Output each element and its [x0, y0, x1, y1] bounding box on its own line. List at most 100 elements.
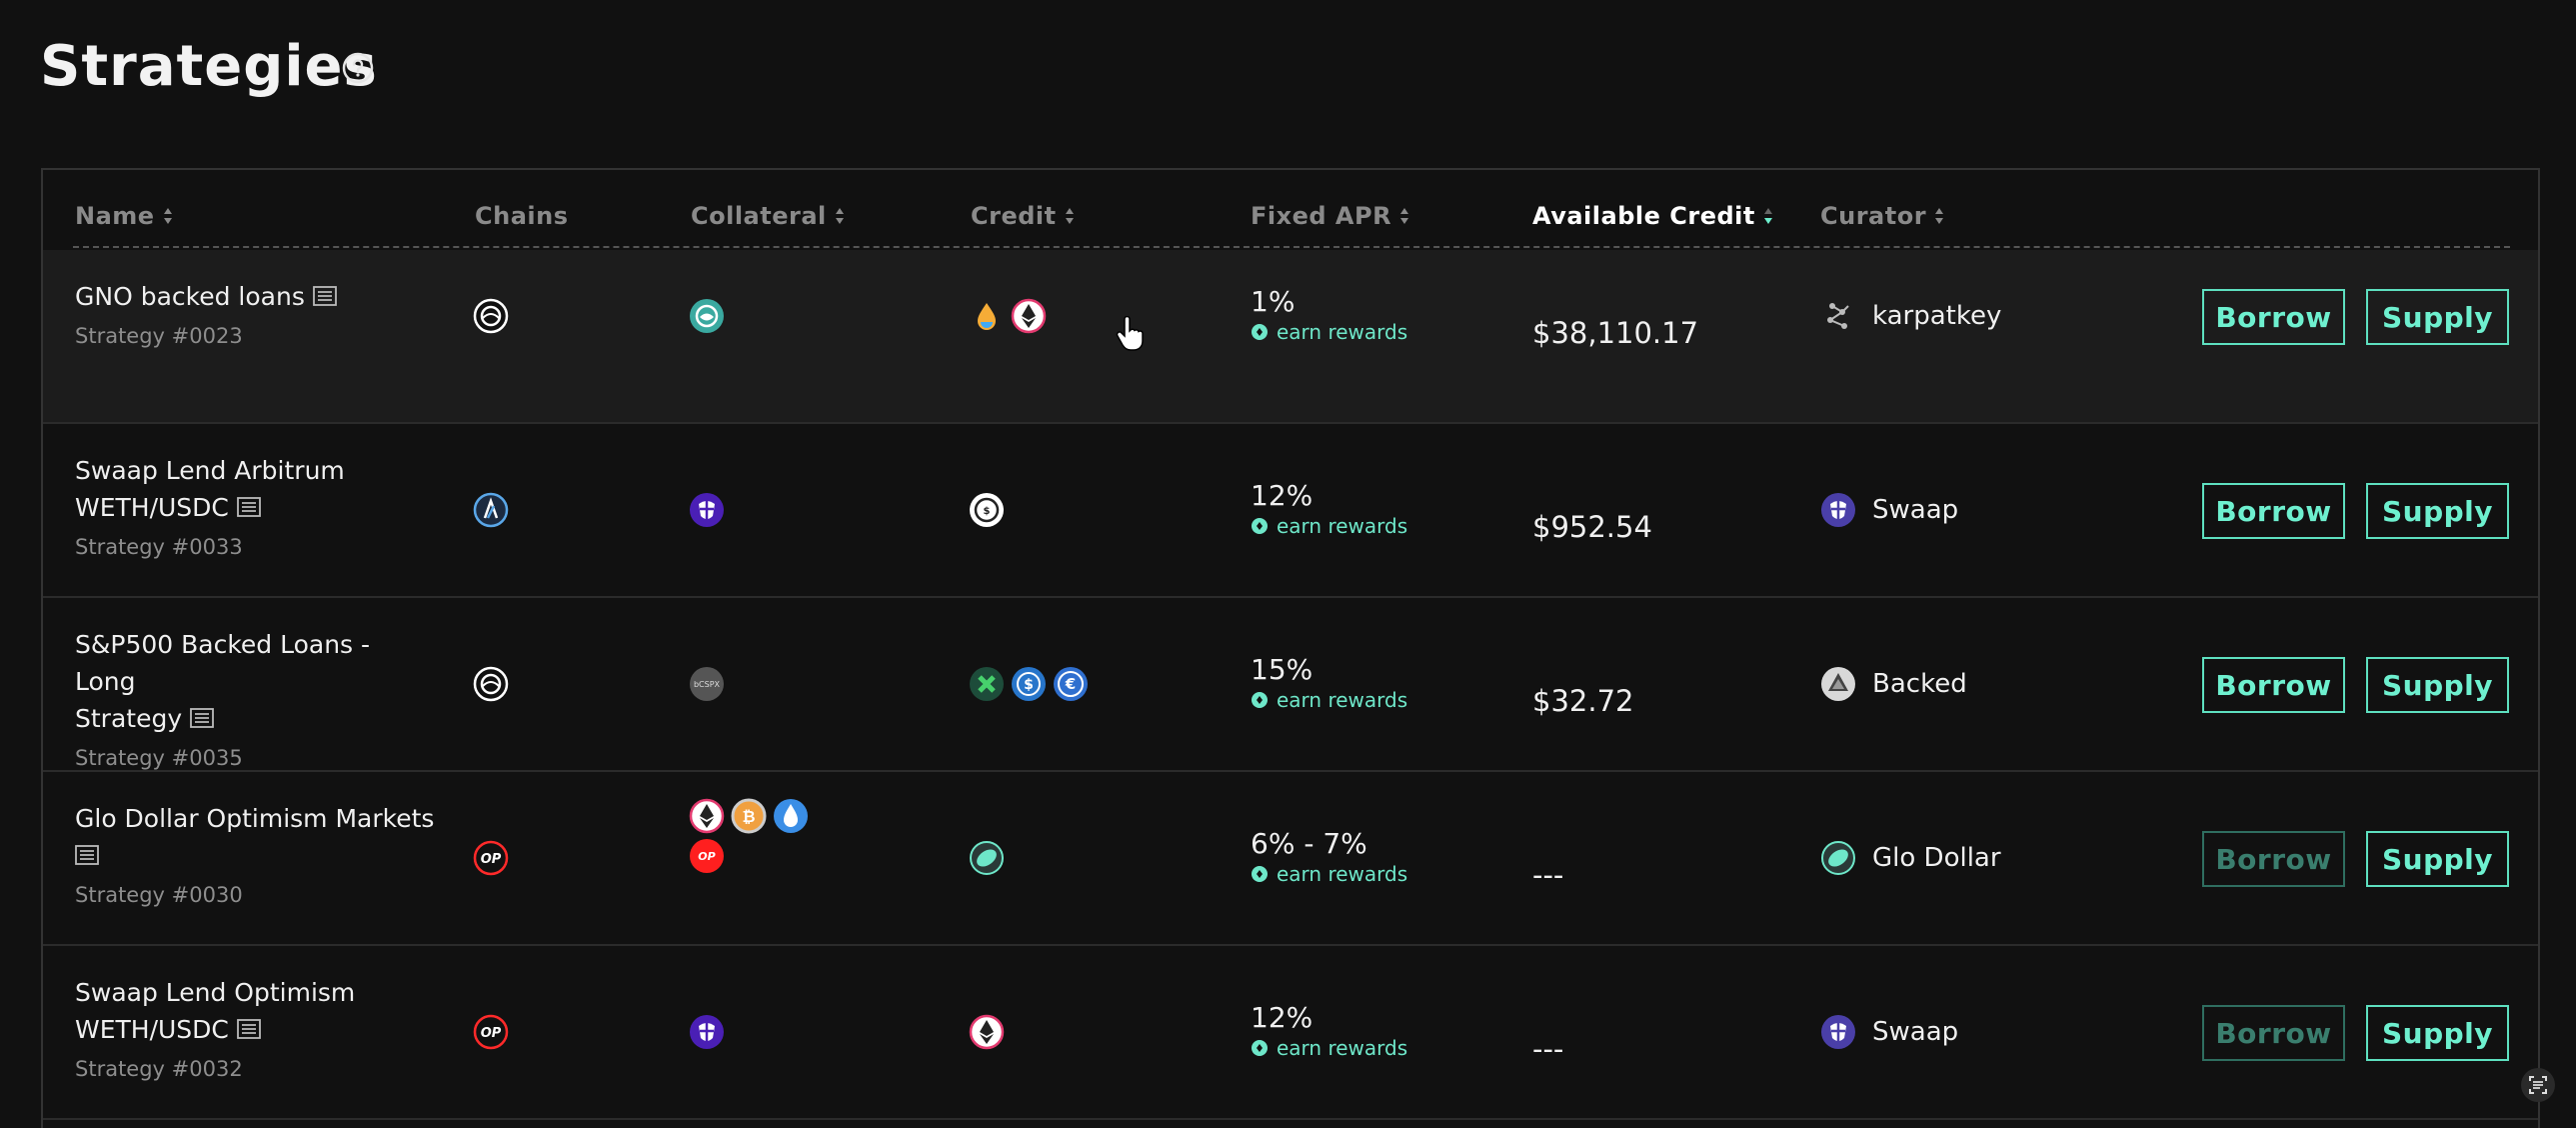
available-credit: $38,110.17	[1532, 316, 1699, 350]
curator-cell[interactable]: Swaap	[1820, 1014, 1958, 1050]
apr-value: 1%	[1251, 285, 1295, 318]
strategy-id: Strategy #0035	[75, 746, 243, 770]
sort-active-icon	[1763, 208, 1772, 224]
available-credit: ---	[1532, 1032, 1564, 1066]
table-row[interactable]: S&P500 Backed Loans - Long Strategy Stra…	[43, 598, 2538, 772]
curator-cell[interactable]: Glo Dollar	[1820, 840, 2001, 876]
svg-text:bCSPX: bCSPX	[694, 680, 721, 689]
table-row[interactable]: Swaap Lend Arbitrum WETH/USDC Strategy #…	[43, 424, 2538, 598]
apr-value: 15%	[1251, 653, 1313, 686]
document-icon[interactable]	[312, 286, 337, 306]
gno-icon	[690, 299, 724, 333]
apr-value: 12%	[1251, 479, 1313, 512]
column-curator-header[interactable]: Curator	[1820, 202, 1944, 230]
column-chains-header: Chains	[475, 202, 569, 230]
document-icon[interactable]	[236, 497, 261, 517]
rewards-icon	[1252, 866, 1268, 882]
svg-text:$: $	[984, 506, 991, 517]
chains-cell	[473, 666, 515, 702]
curator-cell[interactable]: Swaap	[1820, 492, 1958, 528]
collateral-cell	[689, 298, 731, 334]
document-icon[interactable]	[75, 845, 99, 865]
borrow-button[interactable]: Borrow	[2202, 483, 2345, 539]
sort-icon	[163, 208, 172, 224]
earn-rewards-link[interactable]: earn rewards	[1251, 320, 1407, 344]
usdc-icon: $	[1012, 667, 1046, 701]
earn-rewards-link[interactable]: earn rewards	[1251, 514, 1407, 538]
strategy-name[interactable]: Swaap Lend Arbitrum WETH/USDC Strategy #…	[75, 452, 435, 560]
borrow-button[interactable]: Borrow	[2202, 1005, 2345, 1061]
swaap-icon	[690, 493, 724, 527]
apr-value: 12%	[1251, 1001, 1313, 1034]
sort-icon	[835, 208, 844, 224]
svg-text:OP: OP	[481, 852, 502, 867]
svg-text:OP: OP	[698, 850, 715, 863]
strategy-name[interactable]: Swaap Lend Optimism WETH/USDC Strategy #…	[75, 974, 435, 1082]
supply-button[interactable]: Supply	[2366, 483, 2509, 539]
sdai-icon	[978, 303, 996, 330]
supply-button[interactable]: Supply	[2366, 1005, 2509, 1061]
table-row[interactable]: GNO backed loans Strategy #0023 1% earn …	[43, 250, 2538, 424]
curator-cell[interactable]: karpatkey	[1820, 298, 2001, 334]
column-available-credit-header[interactable]: Available Credit	[1532, 202, 1773, 230]
supply-button[interactable]: Supply	[2366, 289, 2509, 345]
sort-icon	[1065, 208, 1074, 224]
column-collateral-header[interactable]: Collateral	[691, 202, 845, 230]
rewards-icon	[1252, 518, 1268, 534]
collateral-cell: ₿ OP	[689, 798, 829, 874]
apr-cell: 6% - 7% earn rewards	[1251, 827, 1407, 887]
swaap-icon	[1821, 493, 1855, 527]
curator-cell[interactable]: Backed	[1820, 666, 1967, 702]
optimism-icon: OP	[473, 1014, 509, 1050]
svg-text:₿: ₿	[742, 807, 755, 826]
credit-cell	[969, 298, 1053, 334]
eth-icon	[689, 798, 725, 834]
strategy-id: Strategy #0032	[75, 1057, 243, 1081]
chains-cell: OP	[473, 1014, 515, 1050]
strategy-name[interactable]: Glo Dollar Optimism Markets Strategy #00…	[75, 800, 435, 908]
svg-text:OP: OP	[481, 1026, 502, 1041]
scan-text-icon[interactable]	[2521, 1068, 2555, 1102]
optimism-icon: OP	[473, 840, 509, 876]
column-name-header[interactable]: Name	[75, 202, 173, 230]
swaap-icon	[1821, 1015, 1855, 1049]
hand-cursor-icon	[1116, 316, 1144, 351]
earn-rewards-link[interactable]: earn rewards	[1251, 688, 1407, 712]
gnosis-icon	[473, 298, 509, 334]
document-icon[interactable]	[236, 1019, 261, 1039]
strategy-name[interactable]: S&P500 Backed Loans - Long Strategy Stra…	[75, 626, 435, 771]
earn-rewards-link[interactable]: earn rewards	[1251, 1036, 1407, 1060]
usdc-icon: $	[970, 493, 1004, 527]
chains-cell	[473, 298, 515, 334]
table-header: Name Chains Collateral Credit Fixed APR …	[43, 170, 2538, 250]
strategy-id: Strategy #0023	[75, 324, 243, 348]
credit-cell: $ €	[969, 666, 1095, 702]
strategy-id: Strategy #0030	[75, 883, 243, 907]
apr-cell: 1% earn rewards	[1251, 285, 1407, 345]
column-apr-header[interactable]: Fixed APR	[1251, 202, 1409, 230]
earn-rewards-link[interactable]: earn rewards	[1251, 862, 1407, 886]
help-icon[interactable]	[342, 52, 374, 84]
column-credit-header[interactable]: Credit	[971, 202, 1075, 230]
glo-icon	[1821, 841, 1855, 875]
table-row[interactable]: Glo Dollar Optimism Markets Strategy #00…	[43, 772, 2538, 946]
rewards-icon	[1252, 692, 1268, 708]
strategies-table: Name Chains Collateral Credit Fixed APR …	[41, 168, 2540, 1128]
collateral-cell	[689, 492, 731, 528]
borrow-button[interactable]: Borrow	[2202, 831, 2345, 887]
borrow-button[interactable]: Borrow	[2202, 657, 2345, 713]
eth-icon	[1011, 298, 1047, 334]
collateral-cell: bCSPX	[689, 666, 731, 702]
supply-button[interactable]: Supply	[2366, 831, 2509, 887]
chains-cell	[473, 492, 515, 528]
apr-value: 6% - 7%	[1251, 827, 1367, 860]
supply-button[interactable]: Supply	[2366, 657, 2509, 713]
document-icon[interactable]	[190, 708, 215, 728]
borrow-button[interactable]: Borrow	[2202, 289, 2345, 345]
collateral-cell	[689, 1014, 731, 1050]
strategy-name[interactable]: GNO backed loans Strategy #0023	[75, 278, 435, 349]
table-row[interactable]: Swaap Lend Optimism WETH/USDC Strategy #…	[43, 946, 2538, 1120]
chains-cell: OP	[473, 840, 515, 876]
apr-cell: 12% earn rewards	[1251, 1001, 1407, 1061]
arbitrum-icon	[473, 492, 509, 528]
